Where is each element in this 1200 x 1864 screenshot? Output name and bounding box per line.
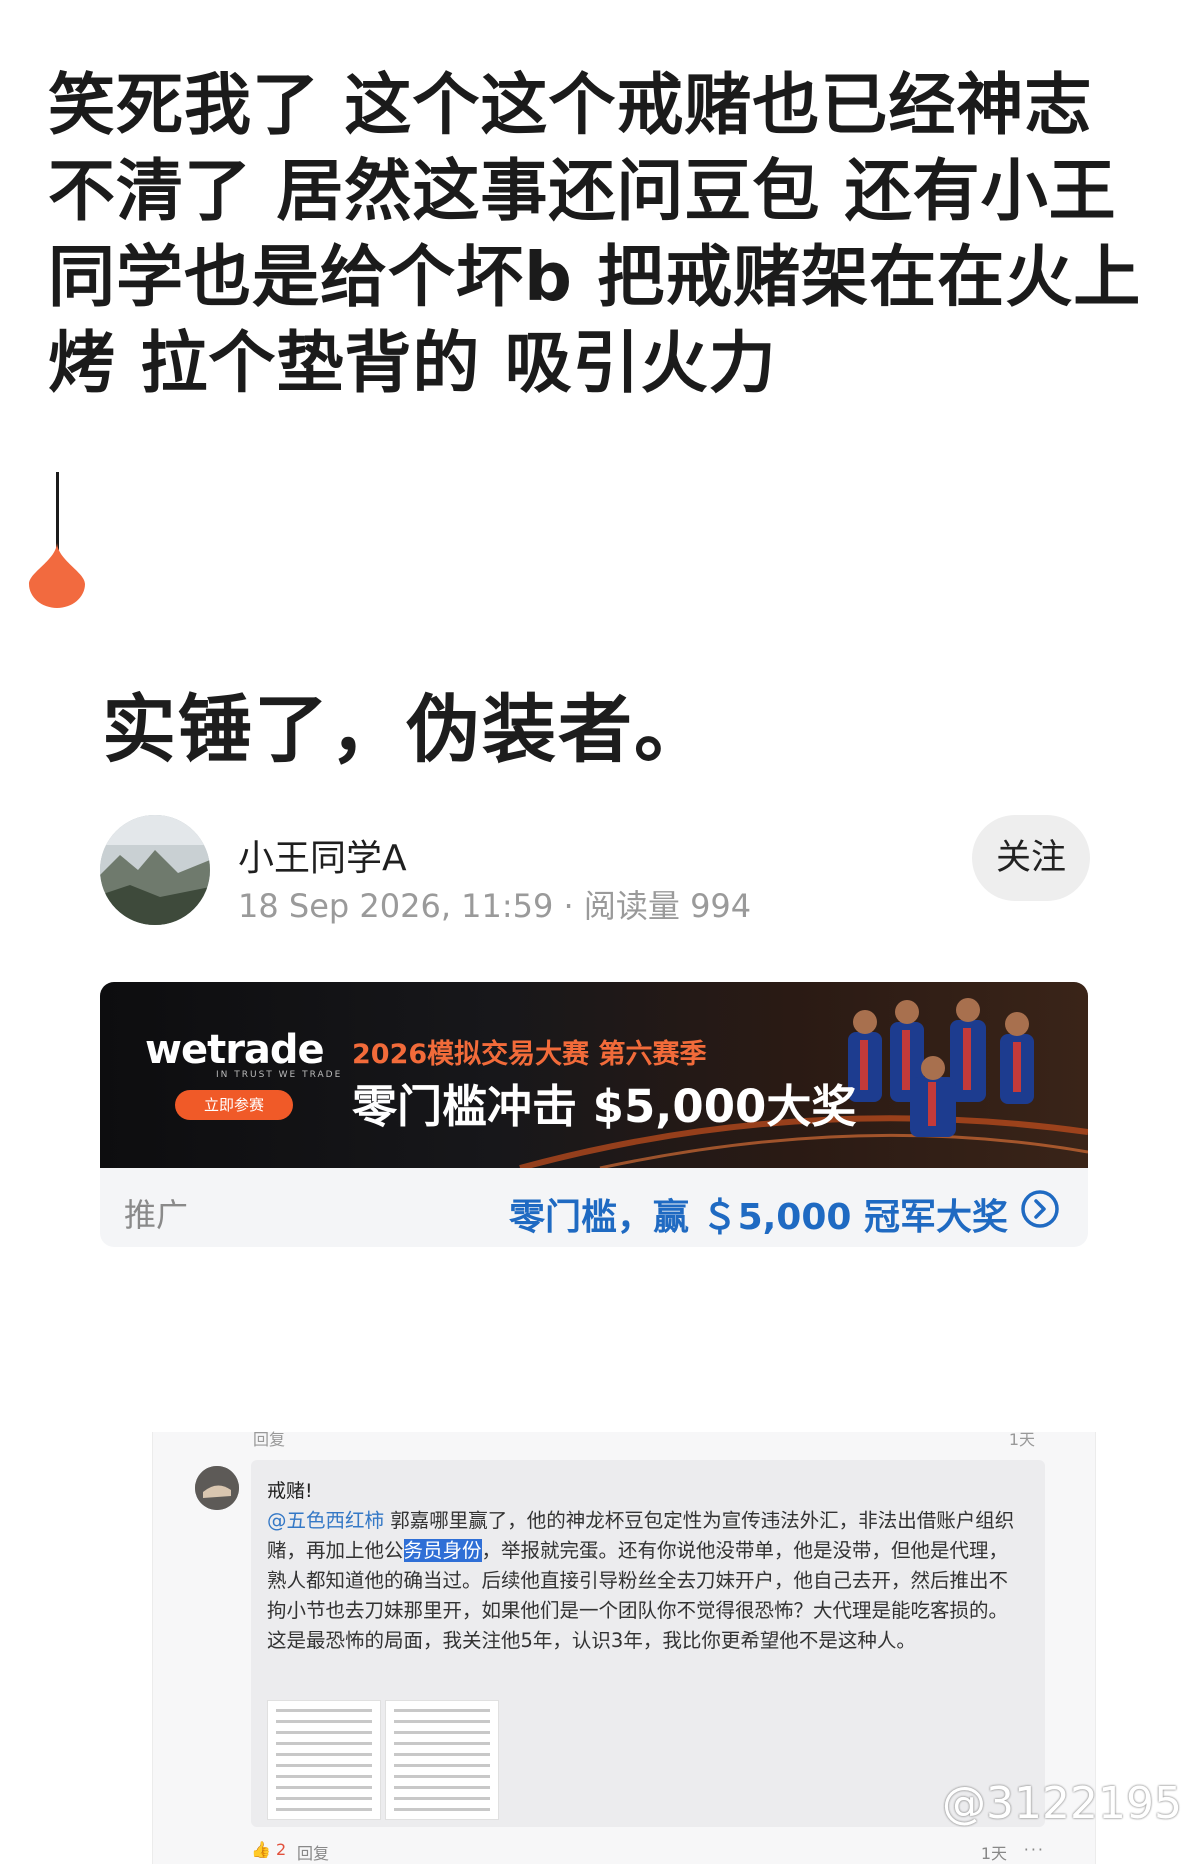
comment-time: 1天	[980, 1844, 1007, 1863]
author-meta: 18 Sep 2026, 11:59 · 阅读量 994	[238, 887, 752, 925]
comment-image-thumbnail	[267, 1700, 381, 1820]
author-row: 小王同学A 18 Sep 2026, 11:59 · 阅读量 994 关注	[100, 815, 1090, 925]
comment-like: 👍 2	[251, 1840, 287, 1859]
ad-footer-link[interactable]: 零门槛，赢 ＄5,000 冠军大奖	[509, 1188, 1008, 1240]
comment-mention: @五色西红柿	[267, 1509, 385, 1532]
follow-button[interactable]: 关注	[972, 815, 1090, 901]
ad-footer[interactable]: 推广 零门槛，赢 ＄5,000 冠军大奖	[100, 1168, 1088, 1247]
author-name[interactable]: 小王同学A	[238, 829, 407, 881]
timeline-line	[56, 472, 59, 550]
embed-header-reply: 回复	[253, 1430, 286, 1449]
ad-brand-tagline: IN TRUST WE TRADE	[216, 1070, 343, 1080]
avatar[interactable]	[100, 815, 210, 925]
chevron-right-circle-icon[interactable]	[1020, 1189, 1060, 1229]
ad-label: 推广	[124, 1196, 189, 1234]
comment-body: @五色西红柿 郭嘉哪里赢了，他的神龙杯豆包定性为宣传违法外汇，非法出借账户组织赌…	[267, 1506, 1027, 1656]
embed-header: 回复 1天	[153, 1430, 1095, 1449]
comment-highlight: 务员身份	[403, 1539, 482, 1562]
ad-headline: 2026模拟交易大赛 第六赛季	[352, 1039, 707, 1070]
article-headline: 实锤了，伪装者。	[102, 687, 710, 773]
comment-more: ···	[1023, 1840, 1045, 1859]
comment-footer: 👍 2 回复 1天 ···	[251, 1840, 1045, 1864]
post-text: 笑死我了 这个这个戒赌也已经神志不清了 居然这事还问豆包 还有小王同学也是给个坏…	[48, 66, 1142, 402]
timeline-drop-icon	[29, 542, 85, 608]
comment-reply: 回复	[297, 1844, 330, 1863]
comment-card: 戒赌! @五色西红柿 郭嘉哪里赢了，他的神龙杯豆包定性为宣传违法外汇，非法出借账…	[251, 1460, 1045, 1827]
commenter-avatar	[195, 1466, 239, 1510]
comment-like-count: 2	[276, 1840, 287, 1859]
ad-brand-logo: wetrade	[145, 1027, 325, 1073]
watermark: @3122195	[942, 1778, 1182, 1829]
ad-cta-button[interactable]: 立即参赛	[175, 1090, 293, 1120]
ad-card[interactable]: wetrade IN TRUST WE TRADE 立即参赛 2026模拟交易大…	[100, 982, 1088, 1247]
comment-image-thumbnail	[385, 1700, 499, 1820]
ad-subheadline: 零门槛冲击 $5,000大奖	[352, 1080, 857, 1133]
comment-title: 戒赌!	[267, 1480, 313, 1502]
ad-banner[interactable]: wetrade IN TRUST WE TRADE 立即参赛 2026模拟交易大…	[100, 982, 1088, 1168]
embed-header-time: 1天	[1008, 1430, 1035, 1449]
